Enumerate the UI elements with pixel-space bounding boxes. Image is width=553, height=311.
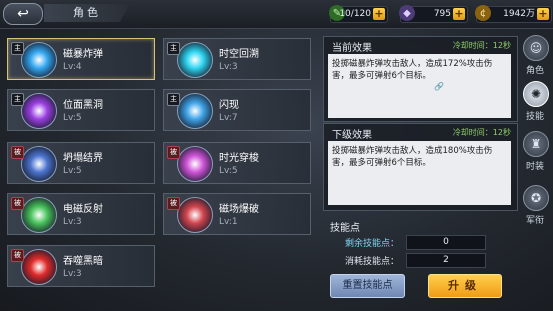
side-tab[interactable]: ✪ 军衔 xyxy=(519,182,551,234)
cost-points-value: 2 xyxy=(406,253,486,268)
diamond-value: 795 xyxy=(433,9,451,19)
skill-level: Lv:3 xyxy=(63,269,82,279)
skill-type-badge: 主 xyxy=(11,93,24,106)
skill-icon xyxy=(177,197,213,233)
upgrade-button[interactable]: 升级 xyxy=(428,274,502,298)
role-icon: ☺ xyxy=(523,35,549,61)
skill-level: Lv:7 xyxy=(219,113,238,123)
skill-type-badge: 被 xyxy=(11,197,24,210)
skill-icon xyxy=(177,93,213,129)
skill-icon xyxy=(21,146,57,182)
cost-points-label: 消耗技能点： xyxy=(345,257,400,267)
skill-type-badge: 主 xyxy=(11,42,24,55)
skill-name: 坍塌结界 xyxy=(63,153,103,164)
skill-level: Lv:1 xyxy=(219,217,238,227)
skill-card[interactable]: 主位面黑洞 Lv:5 xyxy=(7,89,155,131)
add-coin-button[interactable]: + xyxy=(537,8,549,20)
next-effect-title: 下级效果 xyxy=(332,130,372,141)
skill-card[interactable]: 被吞噬黑暗 Lv:3 xyxy=(7,245,155,287)
skill-icon xyxy=(21,93,57,129)
next-effect-description: 投掷磁暴炸弹攻击敌人，造成180%攻击伤害，最多可弹射6个目标。 xyxy=(328,141,511,205)
skill-level: Lv:3 xyxy=(63,217,82,227)
side-tab[interactable]: ✺ 技能 xyxy=(519,78,551,130)
side-tab-label: 军衔 xyxy=(525,216,544,226)
skill-card[interactable]: 被时光穿梭 Lv:5 xyxy=(163,142,311,184)
side-tab-bar: ☺ 角色 ✺ 技能 ♜ 时装 ✪ 军衔 xyxy=(517,30,553,311)
outfit-icon: ♜ xyxy=(523,131,549,157)
energy-counter: ✎ 10/120 + xyxy=(329,5,388,23)
skill-name: 电磁反射 xyxy=(63,204,103,215)
remaining-points-value: 0 xyxy=(406,235,486,250)
current-effect-description: 投掷磁暴炸弹攻击敌人，造成172%攻击伤害，最多可弹射6个目标。 xyxy=(328,54,511,118)
skill-level: Lv:5 xyxy=(63,113,82,123)
skill-icon xyxy=(21,197,57,233)
top-bar: ↩ 角色 xyxy=(0,0,553,29)
skill-icon: ✺ xyxy=(523,81,549,107)
skill-card[interactable]: 主磁暴炸弹 Lv:4 xyxy=(7,38,155,80)
skill-icon xyxy=(21,42,57,78)
emblem-icon: ✪ xyxy=(523,185,549,211)
skill-name: 磁暴炸弹 xyxy=(63,49,103,60)
skill-level: Lv:5 xyxy=(219,166,238,176)
skill-level: Lv:5 xyxy=(63,166,82,176)
add-energy-button[interactable]: + xyxy=(373,8,385,20)
skill-level: Lv:4 xyxy=(63,62,82,72)
current-cooldown: 冷却时间：12秒 xyxy=(452,41,511,50)
skill-card[interactable]: 被电磁反射 Lv:3 xyxy=(7,193,155,235)
diamond-icon: ◆ xyxy=(399,5,415,21)
skill-type-badge: 主 xyxy=(167,42,180,55)
skill-name: 位面黑洞 xyxy=(63,100,103,111)
skill-icon xyxy=(21,249,57,285)
next-cooldown: 冷却时间：12秒 xyxy=(452,128,511,137)
back-arrow-icon: ↩ xyxy=(17,6,29,22)
current-effect-panel: 当前效果 冷却时间：12秒 投掷磁暴炸弹攻击敌人，造成172%攻击伤害，最多可弹… xyxy=(323,36,518,122)
current-effect-title: 当前效果 xyxy=(332,43,372,54)
coin-value: 1942万 xyxy=(503,9,535,19)
side-tab-label: 时装 xyxy=(525,162,544,172)
skill-type-badge: 被 xyxy=(167,146,180,159)
reset-skill-points-button[interactable]: 重置技能点 xyxy=(330,274,405,298)
next-effect-panel: 下级效果 冷却时间：12秒 投掷磁暴炸弹攻击敌人，造成180%攻击伤害，最多可弹… xyxy=(323,123,518,211)
skill-card[interactable]: 主闪现 Lv:7 xyxy=(163,89,311,131)
remaining-points-label: 剩余技能点： xyxy=(345,239,400,249)
skill-type-badge: 被 xyxy=(11,249,24,262)
diamond-counter: ◆ 795 + xyxy=(399,5,468,23)
skill-name: 时光穿梭 xyxy=(219,153,259,164)
add-diamond-button[interactable]: + xyxy=(453,8,465,20)
skill-name: 吞噬黑暗 xyxy=(63,256,103,267)
skill-type-badge: 被 xyxy=(167,197,180,210)
skill-card[interactable]: 主时空回溯 Lv:3 xyxy=(163,38,311,80)
skill-type-badge: 被 xyxy=(11,146,24,159)
skill-name: 闪现 xyxy=(219,100,239,111)
skill-points-title: 技能点 xyxy=(330,223,360,234)
skill-icon xyxy=(177,42,213,78)
skill-type-badge: 主 xyxy=(167,93,180,106)
skill-icon xyxy=(177,146,213,182)
skill-card[interactable]: 被坍塌结界 Lv:5 xyxy=(7,142,155,184)
side-tab-label: 角色 xyxy=(525,66,544,76)
skill-card[interactable]: 被磁场爆破 Lv:1 xyxy=(163,193,311,235)
skill-level: Lv:3 xyxy=(219,62,238,72)
coin-counter: ¢ 1942万 + xyxy=(475,5,552,23)
side-tab[interactable]: ☺ 角色 xyxy=(519,32,551,84)
skill-name: 时空回溯 xyxy=(219,49,259,60)
skill-name: 磁场爆破 xyxy=(219,204,259,215)
back-button[interactable]: ↩ xyxy=(3,3,43,25)
side-tab-label: 技能 xyxy=(525,112,544,122)
energy-value: 10/120 xyxy=(339,9,371,19)
side-tab[interactable]: ♜ 时装 xyxy=(519,128,551,180)
link-icon[interactable]: 🔗 xyxy=(434,82,444,91)
page-title: 角色 xyxy=(44,4,130,22)
coin-icon: ¢ xyxy=(475,5,491,21)
